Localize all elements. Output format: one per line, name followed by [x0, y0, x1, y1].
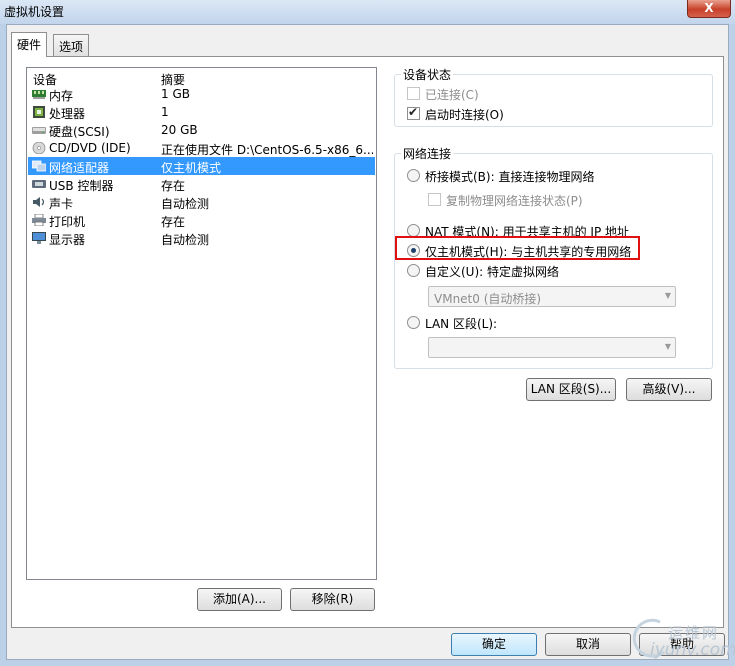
printer-icon [32, 214, 46, 226]
display-icon [32, 232, 46, 244]
lan-segment-radio[interactable] [407, 316, 420, 329]
device-name: 内存 [49, 89, 74, 103]
watermark-text-2: iyunv.com [650, 640, 735, 660]
checkmark-icon: ✔ [408, 105, 419, 119]
close-button[interactable]: X [687, 0, 731, 18]
replicate-state-checkbox[interactable] [428, 193, 441, 206]
device-row-cd-dvd[interactable]: CD/DVD (IDE) 正在使用文件 D:\CentOS-6.5-x86_6.… [28, 139, 375, 157]
lan-segments-button[interactable]: LAN 区段(S)... [526, 378, 616, 401]
hardware-tab-panel: 设备 摘要 内存 1 GB 处理器 1 硬盘(SCSI) 20 GB CD/DV… [11, 56, 724, 628]
device-name: USB 控制器 [49, 179, 114, 193]
custom-network-combo[interactable]: VMnet0 (自动桥接) ▼ [428, 286, 676, 307]
device-list-header: 设备 摘要 [27, 68, 376, 87]
lan-segment-combo[interactable]: ▼ [428, 337, 676, 358]
device-name: 硬盘(SCSI) [49, 125, 110, 139]
processor-icon [33, 106, 45, 118]
device-summary: 仅主机模式 [161, 161, 222, 175]
device-summary: 存在 [161, 179, 186, 193]
tab-hardware[interactable]: 硬件 [11, 32, 48, 57]
device-name: CD/DVD (IDE) [49, 141, 131, 155]
memory-icon [32, 90, 46, 99]
tab-options[interactable]: 选项 [53, 34, 90, 56]
dropdown-arrow-icon: ▼ [664, 291, 671, 300]
lan-segment-label: LAN 区段(L): [425, 317, 498, 331]
device-row-memory[interactable]: 内存 1 GB [28, 85, 375, 103]
device-row-harddisk[interactable]: 硬盘(SCSI) 20 GB [28, 121, 375, 139]
title-bar[interactable]: 虚拟机设置 X [0, 0, 735, 24]
sound-icon [33, 197, 45, 207]
device-summary: 正在使用文件 D:\CentOS-6.5-x86_6... [161, 143, 373, 157]
vm-settings-window: 虚拟机设置 X 硬件 选项 设备 摘要 内存 1 GB 处理器 1 硬盘(SCS… [0, 0, 735, 666]
network-connection-group: 网络连接 桥接模式(B): 直接连接物理网络 复制物理网络连接状态(P) NAT… [394, 145, 713, 369]
advanced-button[interactable]: 高级(V)... [626, 378, 712, 401]
device-name: 打印机 [49, 215, 86, 229]
device-row-processor[interactable]: 处理器 1 [28, 103, 375, 121]
network-connection-title: 网络连接 [401, 145, 454, 162]
connect-at-power-on-label: 启动时连接(O) [425, 108, 504, 122]
device-row-printer[interactable]: 打印机 存在 [28, 211, 375, 229]
remove-button[interactable]: 移除(R) [290, 588, 375, 611]
connected-label: 已连接(C) [425, 88, 479, 102]
custom-radio[interactable] [407, 264, 420, 277]
device-summary: 自动检测 [161, 233, 210, 247]
device-name: 声卡 [49, 197, 74, 211]
host-only-highlight-box [395, 236, 640, 260]
device-name: 处理器 [49, 107, 86, 121]
device-list[interactable]: 设备 摘要 内存 1 GB 处理器 1 硬盘(SCSI) 20 GB CD/DV… [26, 67, 377, 580]
connect-at-power-on-checkbox[interactable]: ✔ [407, 105, 420, 120]
device-summary: 自动检测 [161, 197, 210, 211]
device-summary: 1 [161, 105, 169, 119]
device-summary: 20 GB [161, 123, 198, 137]
usb-icon [32, 180, 46, 188]
device-status-title: 设备状态 [401, 66, 454, 83]
device-row-sound[interactable]: 声卡 自动检测 [28, 193, 375, 211]
custom-network-value: VMnet0 (自动桥接) [434, 292, 542, 306]
replicate-state-label: 复制物理网络连接状态(P) [446, 194, 583, 208]
device-summary: 存在 [161, 215, 186, 229]
bridged-radio[interactable] [407, 169, 420, 182]
window-title: 虚拟机设置 [4, 5, 65, 19]
custom-label: 自定义(U): 特定虚拟网络 [425, 265, 560, 279]
add-button[interactable]: 添加(A)... [197, 588, 282, 611]
network-adapter-icon [32, 160, 46, 172]
dialog-client-area: 硬件 选项 设备 摘要 内存 1 GB 处理器 1 硬盘(SCSI) 20 GB… [6, 24, 729, 660]
harddisk-icon [32, 127, 46, 134]
device-row-network-adapter[interactable]: 网络适配器 仅主机模式 [28, 157, 375, 175]
bridged-label: 桥接模式(B): 直接连接物理网络 [425, 170, 595, 184]
device-row-usb[interactable]: USB 控制器 存在 [28, 175, 375, 193]
device-row-display[interactable]: 显示器 自动检测 [28, 229, 375, 247]
device-name: 显示器 [49, 233, 86, 247]
watermark: 运维网 iyunv.com [630, 612, 735, 666]
device-status-group: 设备状态 已连接(C) ✔ 启动时连接(O) [394, 66, 713, 127]
connected-checkbox[interactable] [407, 87, 420, 100]
device-summary: 1 GB [161, 87, 190, 101]
cancel-button[interactable]: 取消 [545, 633, 631, 656]
cd-dvd-icon [32, 142, 46, 154]
dropdown-arrow-icon: ▼ [664, 342, 671, 351]
ok-button[interactable]: 确定 [451, 633, 537, 656]
device-name: 网络适配器 [49, 161, 110, 175]
